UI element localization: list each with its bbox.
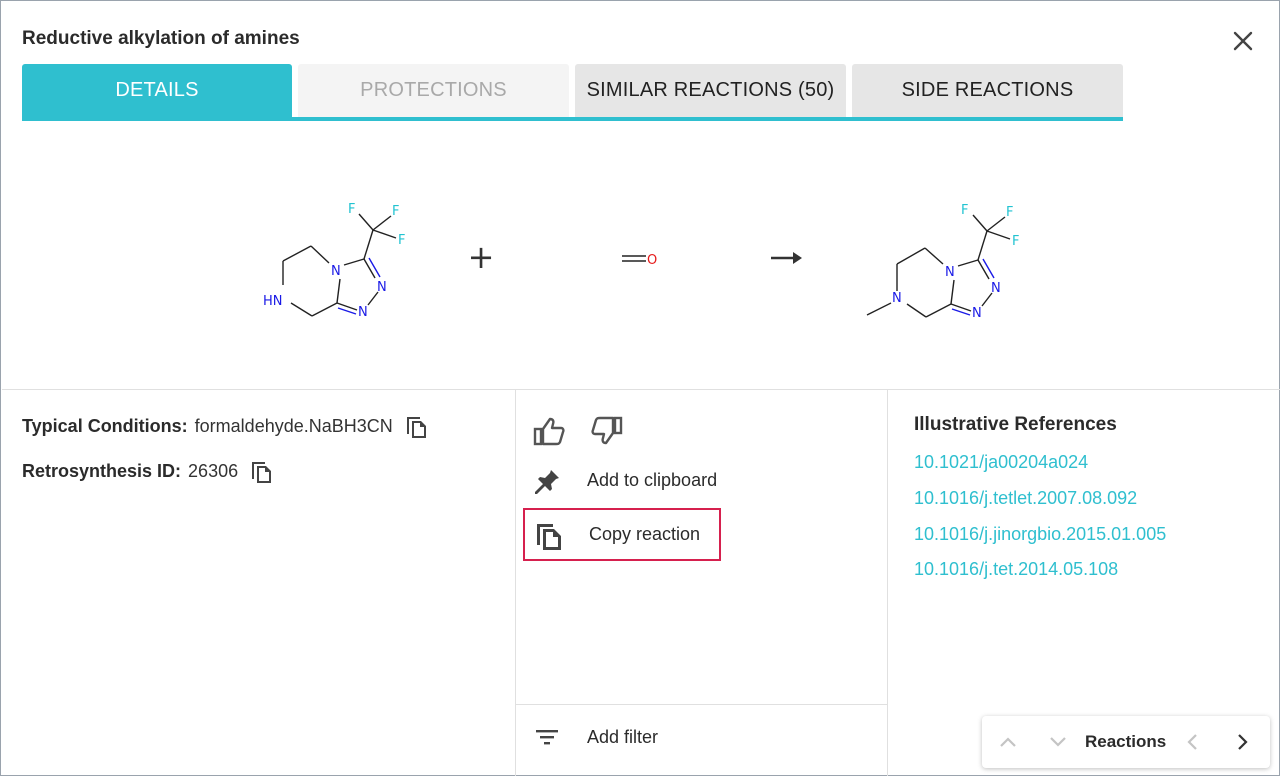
- copy-conditions-button[interactable]: [405, 413, 429, 439]
- copy-icon: [252, 462, 272, 483]
- retrosynthesis-id-value: 26306: [188, 460, 239, 481]
- add-filter-label: Add filter: [587, 726, 659, 747]
- thumbs-down-icon: [591, 416, 623, 445]
- thumbs-up-button[interactable]: [532, 414, 566, 448]
- chevron-up-icon: [1000, 737, 1016, 747]
- typical-conditions-row: Typical Conditions: formaldehyde.NaBH3CN: [22, 413, 429, 439]
- atom-label: F: [398, 233, 405, 248]
- chevron-right-icon: [1238, 734, 1248, 750]
- reactant-2-structure: [622, 255, 646, 262]
- typical-conditions-value: formaldehyde.NaBH3CN: [194, 415, 393, 436]
- dialog-title: Reductive alkylation of amines: [22, 28, 300, 49]
- reactions-navigator: Reactions: [982, 716, 1270, 768]
- add-to-clipboard-button[interactable]: Add to clipboard: [531, 464, 717, 496]
- navigator-previous-button[interactable]: [1179, 729, 1205, 755]
- plus-sign: +: [468, 238, 495, 276]
- retrosynthesis-id-row: Retrosynthesis ID: 26306: [22, 458, 274, 484]
- pin-icon: [531, 464, 563, 496]
- reaction-scheme: HN N N N F F F + O N N N N F F F: [263, 202, 1019, 321]
- reaction-arrow: [771, 252, 802, 264]
- atom-label: F: [1006, 205, 1013, 220]
- reference-link[interactable]: 10.1016/j.tet.2014.05.108: [914, 559, 1118, 580]
- atom-label: N: [945, 265, 955, 280]
- add-to-clipboard-label: Add to clipboard: [587, 469, 718, 490]
- reference-link[interactable]: 10.1016/j.jinorgbio.2015.01.005: [914, 524, 1166, 545]
- copy-reaction-label: Copy reaction: [589, 524, 701, 544]
- atom-label: O: [647, 253, 657, 268]
- typical-conditions-label: Typical Conditions:: [22, 415, 188, 436]
- copy-retrosynthesis-id-button[interactable]: [250, 458, 274, 484]
- tab-side-reactions[interactable]: SIDE REACTIONS: [852, 64, 1123, 117]
- atom-label: HN: [263, 294, 283, 309]
- retrosynthesis-id-label: Retrosynthesis ID:: [22, 460, 182, 481]
- tab-protections[interactable]: PROTECTIONS: [298, 64, 569, 117]
- references-title: Illustrative References: [914, 414, 1117, 435]
- divider: [515, 390, 516, 776]
- atom-label: N: [358, 305, 368, 320]
- atom-label: F: [961, 203, 968, 218]
- navigator-next-button[interactable]: [1230, 729, 1256, 755]
- tab-bar: DETAILS PROTECTIONS SIMILAR REACTIONS (5…: [22, 64, 1123, 121]
- add-filter-button[interactable]: Add filter: [531, 721, 658, 753]
- copy-icon: [406, 417, 426, 438]
- chevron-left-icon: [1187, 734, 1197, 750]
- copy-icon: [533, 519, 565, 551]
- thumbs-up-icon: [533, 417, 565, 446]
- reference-link[interactable]: 10.1016/j.tetlet.2007.08.092: [914, 488, 1137, 509]
- atom-label: N: [331, 264, 341, 279]
- atom-label: N: [892, 291, 902, 306]
- atom-label: F: [348, 202, 355, 217]
- tab-details[interactable]: DETAILS: [22, 64, 292, 117]
- close-button[interactable]: [1227, 25, 1259, 57]
- filter-icon: [531, 721, 563, 753]
- atom-label: F: [1012, 234, 1019, 249]
- thumbs-down-button[interactable]: [590, 414, 624, 448]
- dialog: Reductive alkylation of amines DETAILS P…: [0, 0, 1280, 776]
- close-icon: [1233, 31, 1253, 51]
- product-structure: [866, 214, 1011, 318]
- divider: [516, 704, 887, 705]
- copy-reaction-button[interactable]: Copy reaction: [523, 508, 721, 561]
- atom-label: F: [392, 204, 399, 219]
- atom-label: N: [991, 281, 1001, 296]
- navigator-up-button[interactable]: [995, 729, 1021, 755]
- navigator-down-button[interactable]: [1045, 729, 1071, 755]
- atom-label: N: [377, 280, 387, 295]
- feedback-buttons: [532, 414, 624, 448]
- tab-similar-reactions[interactable]: SIMILAR REACTIONS (50): [575, 64, 846, 117]
- chevron-down-icon: [1050, 737, 1066, 747]
- navigator-label: Reactions: [1085, 732, 1167, 751]
- atom-label: N: [972, 306, 982, 321]
- divider: [887, 390, 888, 776]
- reference-link[interactable]: 10.1021/ja00204a024: [914, 452, 1088, 473]
- divider: [2, 389, 1280, 390]
